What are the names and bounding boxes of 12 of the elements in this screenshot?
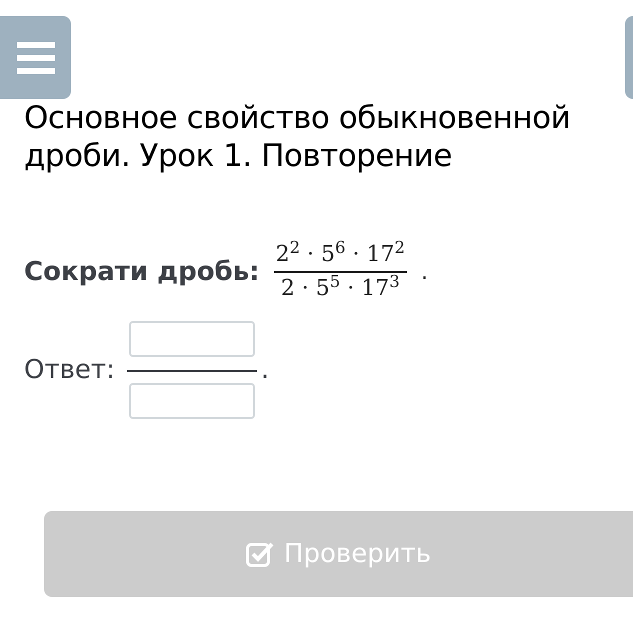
lesson-title: Основное свойство обыкновенной дроби. Урок 1. Повторение xyxy=(23,99,572,175)
period: . xyxy=(260,354,270,386)
side-button[interactable] xyxy=(625,16,633,99)
numerator-field[interactable] xyxy=(128,321,255,357)
task-label: Сократи дробь: xyxy=(24,256,260,288)
denominator-field[interactable] xyxy=(128,383,255,419)
fraction: 2$^{2}$ · 5$^{6}$ · 17$^{2}$ 2 · 5$^{5}$ · 17$^{3}$ xyxy=(274,239,408,303)
period: . xyxy=(421,258,428,286)
menu-icon xyxy=(16,42,54,74)
menu-button[interactable] xyxy=(0,16,71,99)
checkbox-icon xyxy=(246,541,274,567)
answer-label: Ответ: xyxy=(24,354,115,386)
